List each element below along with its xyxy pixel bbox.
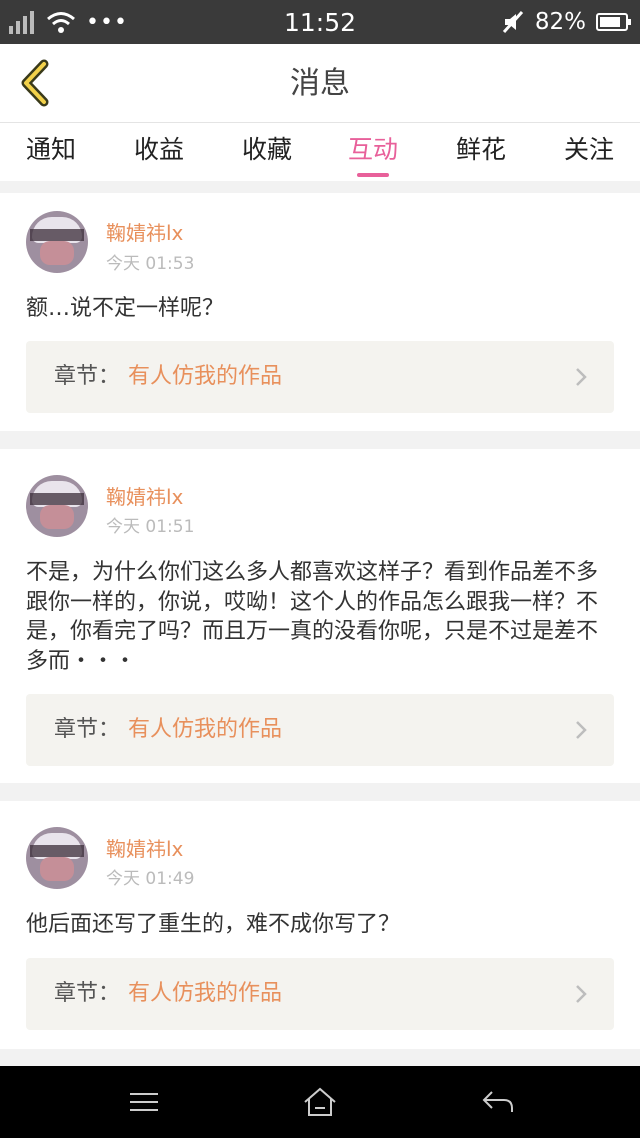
mute-icon	[502, 10, 523, 34]
chapter-link[interactable]: 章节： 有人仿我的作品	[26, 958, 614, 1030]
tab-favorites[interactable]: 收藏	[222, 123, 312, 181]
message-text: 额…说不定一样呢？	[26, 296, 225, 321]
home-icon[interactable]	[300, 1084, 340, 1120]
username[interactable]: 鞠婧祎lx	[106, 217, 183, 246]
chapter-name: 有人仿我的作品	[128, 981, 283, 1006]
chapter-name: 有人仿我的作品	[128, 717, 283, 742]
menu-icon[interactable]	[124, 1084, 164, 1120]
message-card[interactable]: 鞠婧祎lx 今天 01:49 他后面还写了重生的，难不成你写了？ 章节： 有人仿…	[0, 801, 640, 1049]
message-card[interactable]: 鞠婧祎lx 今天 01:53 额…说不定一样呢？ 章节： 有人仿我的作品	[0, 193, 640, 431]
chapter-label: 章节：	[54, 981, 121, 1006]
username[interactable]: 鞠婧祎lx	[106, 833, 183, 862]
battery-percent: 82%	[534, 9, 586, 35]
active-tab-indicator	[357, 173, 389, 177]
battery-icon	[596, 13, 631, 31]
tab-following[interactable]: 关注	[544, 123, 634, 181]
chapter-link[interactable]: 章节： 有人仿我的作品	[26, 694, 614, 766]
chevron-right-icon	[576, 368, 587, 386]
tab-interactions[interactable]: 互动	[328, 123, 418, 181]
status-bar: ••• 11:52 82%	[0, 0, 640, 44]
chapter-link[interactable]: 章节： 有人仿我的作品	[26, 341, 614, 413]
tab-earnings[interactable]: 收益	[114, 123, 204, 181]
username[interactable]: 鞠婧祎lx	[106, 481, 183, 510]
tab-flowers[interactable]: 鲜花	[436, 123, 526, 181]
chevron-right-icon	[576, 721, 587, 739]
tab-bar: 通知 收益 收藏 互动 鲜花 关注	[0, 123, 640, 181]
chevron-right-icon	[576, 985, 587, 1003]
tab-interactions-label: 互动	[347, 135, 398, 164]
chapter-label: 章节：	[54, 364, 121, 389]
message-time: 今天 01:53	[106, 254, 195, 274]
tab-notifications[interactable]: 通知	[6, 123, 96, 181]
message-text: 他后面还写了重生的，难不成你写了？	[26, 912, 401, 937]
message-time: 今天 01:51	[106, 517, 195, 537]
page-title: 消息	[290, 66, 350, 101]
message-card[interactable]: 鞠婧祎lx 今天 01:51 不是，为什么你们这么多人都喜欢这样子？看到作品差不…	[0, 449, 640, 783]
chapter-name: 有人仿我的作品	[128, 364, 283, 389]
system-nav-bar	[0, 1066, 640, 1138]
chapter-label: 章节：	[54, 717, 121, 742]
header: 消息	[0, 44, 640, 123]
message-text: 不是，为什么你们这么多人都喜欢这样子？看到作品差不多跟你一样的，你说，哎呦！这个…	[26, 560, 599, 674]
avatar[interactable]	[26, 211, 88, 273]
avatar[interactable]	[26, 475, 88, 537]
avatar[interactable]	[26, 827, 88, 889]
back-icon[interactable]	[478, 1084, 518, 1120]
message-time: 今天 01:49	[106, 869, 195, 889]
